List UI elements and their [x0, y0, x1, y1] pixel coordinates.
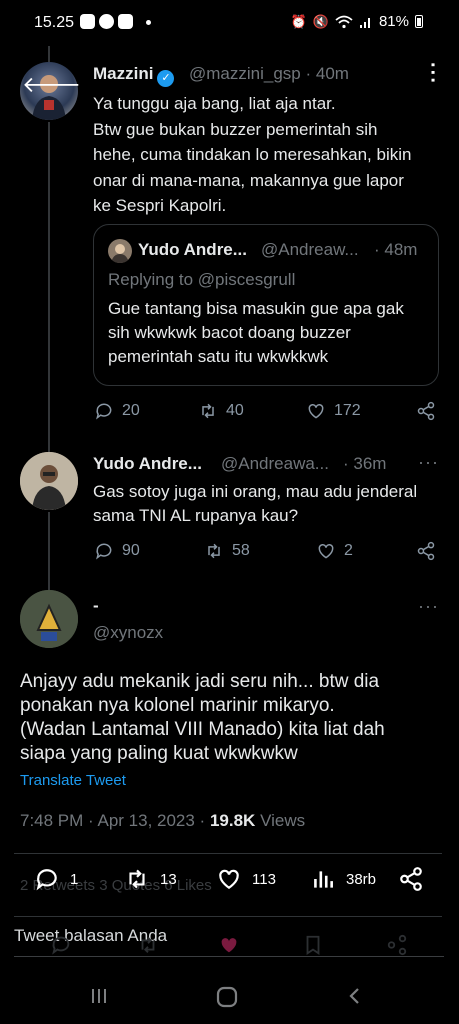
app-notification-icon [118, 14, 133, 29]
heart-icon [318, 543, 334, 559]
analytics-icon [314, 871, 333, 888]
author-name: Yudo Andre... [93, 454, 202, 473]
more-notifications-dot [146, 20, 151, 25]
retweet-icon [141, 937, 155, 953]
thread-line [48, 512, 50, 590]
main-tweet-text: Anjayy adu mekanik jadi seru nih... btw … [20, 671, 385, 764]
divider [14, 956, 444, 957]
verified-badge-icon: ✓ [157, 70, 175, 87]
retweet-button[interactable]: 13 [124, 866, 177, 892]
share-button[interactable] [416, 401, 436, 421]
quoted-time: · 48m [374, 240, 418, 259]
author-handle: @mazzini_gsp · 40m [189, 64, 349, 83]
translate-tweet-link[interactable]: Translate Tweet [20, 772, 126, 789]
more-options-icon[interactable]: ··· [418, 452, 439, 473]
ghost-action-row [0, 934, 459, 958]
share-icon [417, 401, 435, 421]
system-navigation-bar [0, 968, 459, 1024]
author-handle: @Andreawa... [221, 454, 329, 473]
reply-button[interactable]: 20 [94, 401, 140, 421]
avatar[interactable] [20, 590, 78, 648]
tweet-time: · 36m [343, 454, 387, 473]
avatar [108, 239, 132, 263]
views-button[interactable]: 38rb [310, 866, 376, 892]
author-name: Mazzini ✓ [93, 64, 175, 87]
status-time: 15.25 [34, 14, 75, 31]
signal-icon [359, 17, 370, 28]
share-button[interactable] [398, 866, 424, 892]
like-button[interactable]: 172 [306, 401, 361, 421]
like-button[interactable]: 113 [216, 866, 276, 892]
views-count: 19.8K [209, 811, 256, 830]
reply-icon [52, 936, 70, 955]
battery-percent: 81% [378, 13, 409, 30]
author-name: - [93, 596, 99, 615]
retweet-button[interactable]: 40 [198, 401, 244, 421]
thread-line [48, 122, 50, 452]
share-button[interactable] [416, 541, 436, 561]
reply-button[interactable]: 90 [94, 541, 140, 561]
spotify-icon [99, 14, 114, 29]
retweet-icon [208, 543, 220, 559]
tweet-text: Gas sotoy juga ini orang, mau adu jender… [93, 482, 418, 525]
tweet-text: Ya tunggu aja bang, liat aja ntar. Btw g… [93, 94, 412, 215]
status-app-icons [80, 14, 133, 29]
more-options-icon[interactable]: ··· [418, 596, 439, 617]
avatar[interactable] [20, 452, 78, 510]
quoted-author-name: Yudo Andre... [138, 240, 247, 259]
retweet-icon [202, 403, 214, 419]
status-bar: 15.25 ⏰ 🔇 81% [0, 0, 459, 46]
retweet-button[interactable]: 58 [204, 541, 250, 561]
more-options-icon[interactable]: ··· [420, 62, 443, 85]
bookmark-icon [306, 935, 320, 955]
thread-line [48, 46, 50, 62]
reply-button[interactable]: 1 [34, 866, 78, 892]
wifi-icon [335, 15, 353, 28]
alarm-icon: ⏰ [290, 13, 307, 29]
recent-apps-icon[interactable] [89, 986, 109, 1006]
mute-icon: 🔇 [312, 13, 329, 29]
like-button[interactable]: 2 [316, 541, 353, 561]
back-icon[interactable] [346, 986, 364, 1006]
divider [14, 916, 442, 917]
heart-icon [308, 403, 324, 419]
replying-to: Replying to @piscesgrull [108, 270, 296, 289]
main-tweet-actions: 1 13 113 38rb [0, 866, 459, 894]
heart-icon [219, 869, 239, 889]
quoted-text: Gue tantang bisa masukin gue apa gak sih… [108, 299, 404, 366]
status-indicators: ⏰ 🔇 81% [291, 13, 423, 30]
reply-icon [96, 403, 112, 420]
battery-icon [415, 15, 423, 28]
back-arrow-icon[interactable]: 🡐 [22, 72, 81, 98]
share-icon [387, 934, 407, 956]
reply-icon [96, 543, 112, 560]
share-icon [400, 867, 422, 891]
heart-filled-icon [221, 938, 237, 953]
tweet-timestamp: 7:48 PM · Apr 13, 2023 · 19.8K Views [20, 811, 306, 830]
quoted-author-handle: @Andreaw... [261, 240, 359, 259]
quoted-tweet-card[interactable]: Yudo Andre... @Andreaw... · 48m Replying… [93, 224, 439, 386]
app-notification-icon [80, 14, 95, 29]
divider [14, 853, 442, 854]
reply-icon [36, 869, 57, 891]
author-handle: @xynozx [93, 623, 164, 642]
share-icon [417, 541, 435, 561]
retweet-icon [129, 869, 145, 889]
home-icon[interactable] [216, 986, 238, 1008]
